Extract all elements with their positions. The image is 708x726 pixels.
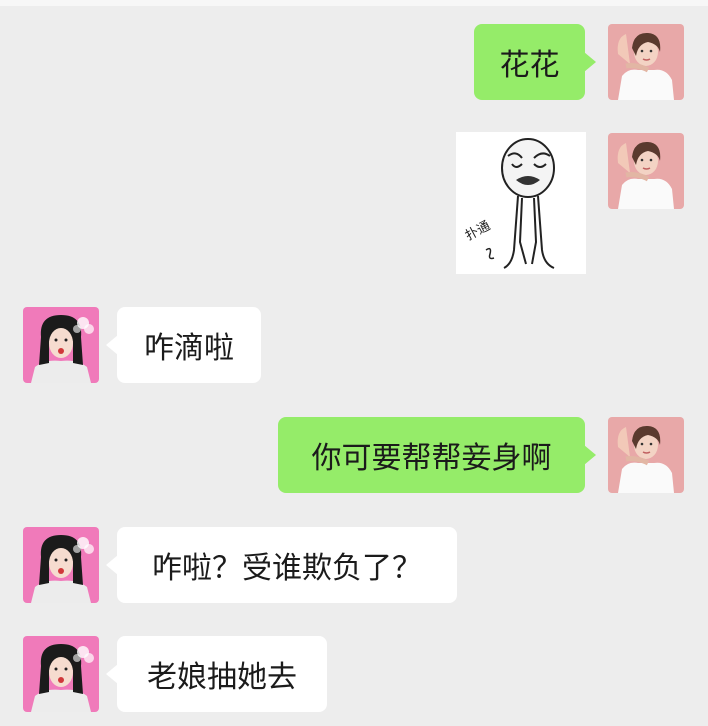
woman-raising-arm-avatar-icon (608, 133, 684, 209)
sender-avatar[interactable] (608, 24, 684, 100)
outgoing-message-bubble[interactable]: 你可要帮帮妾身啊 (278, 417, 596, 493)
message-text: 咋啦？受谁欺负了？ (152, 551, 422, 586)
receiver-avatar[interactable] (23, 527, 99, 603)
outgoing-message-bubble[interactable]: 花花 (474, 24, 596, 100)
incoming-message-bubble[interactable]: 咋滴啦 (106, 307, 261, 383)
message-text: 你可要帮帮妾身啊 (311, 441, 552, 476)
woman-raising-arm-avatar-icon (608, 417, 684, 493)
sender-avatar[interactable] (608, 133, 684, 209)
woman-smoking-avatar-icon (23, 527, 99, 603)
sender-avatar[interactable] (608, 417, 684, 493)
message-text: 咋滴啦 (144, 331, 234, 366)
message-text: 花花 (499, 48, 560, 83)
woman-smoking-avatar-icon (23, 636, 99, 712)
top-divider (0, 0, 708, 6)
receiver-avatar[interactable] (23, 307, 99, 383)
incoming-message-bubble[interactable]: 咋啦？受谁欺负了？ (106, 527, 457, 603)
woman-raising-arm-avatar-icon (608, 24, 684, 100)
message-text: 老娘抽她去 (147, 660, 297, 695)
crying-meme-face-sticker[interactable]: 扑通 (456, 132, 586, 274)
incoming-message-bubble[interactable]: 老娘抽她去 (106, 636, 327, 712)
receiver-avatar[interactable] (23, 636, 99, 712)
woman-smoking-avatar-icon (23, 307, 99, 383)
